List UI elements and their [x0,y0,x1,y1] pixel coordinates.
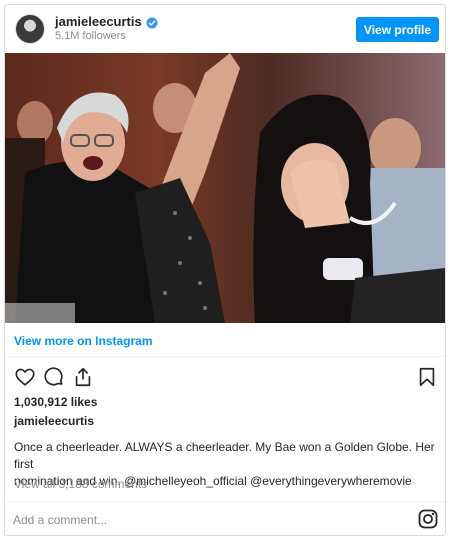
like-count[interactable]: 1,030,912 likes [14,395,97,409]
caption-line: Once a cheerleader. ALWAYS a cheerleader… [14,440,435,471]
post-author[interactable]: jamieleecurtis [14,414,94,428]
bookmark-icon[interactable] [416,366,438,388]
view-more-bar: View more on Instagram [5,323,445,357]
share-icon[interactable] [72,366,94,388]
username-row: jamieleecurtis [55,14,158,29]
avatar[interactable] [15,14,45,44]
follower-count: 5.1M followers [55,30,126,42]
view-comments-link[interactable]: View all 3,188 comments [14,477,147,491]
comment-bubble-icon[interactable] [43,366,65,388]
comment-bar [5,501,445,536]
instagram-glyph-icon[interactable] [418,509,438,529]
verified-badge-icon [146,16,158,28]
username[interactable]: jamieleecurtis [55,14,142,29]
comment-input[interactable] [13,510,393,530]
view-profile-button[interactable]: View profile [356,17,439,42]
post-photo[interactable] [5,53,445,323]
post-header: jamieleecurtis 5.1M followers View profi… [5,5,445,53]
instagram-embed-card: jamieleecurtis 5.1M followers View profi… [4,4,446,536]
view-more-link[interactable]: View more on Instagram [14,334,153,348]
action-bar [5,357,445,393]
heart-icon[interactable] [14,366,36,388]
